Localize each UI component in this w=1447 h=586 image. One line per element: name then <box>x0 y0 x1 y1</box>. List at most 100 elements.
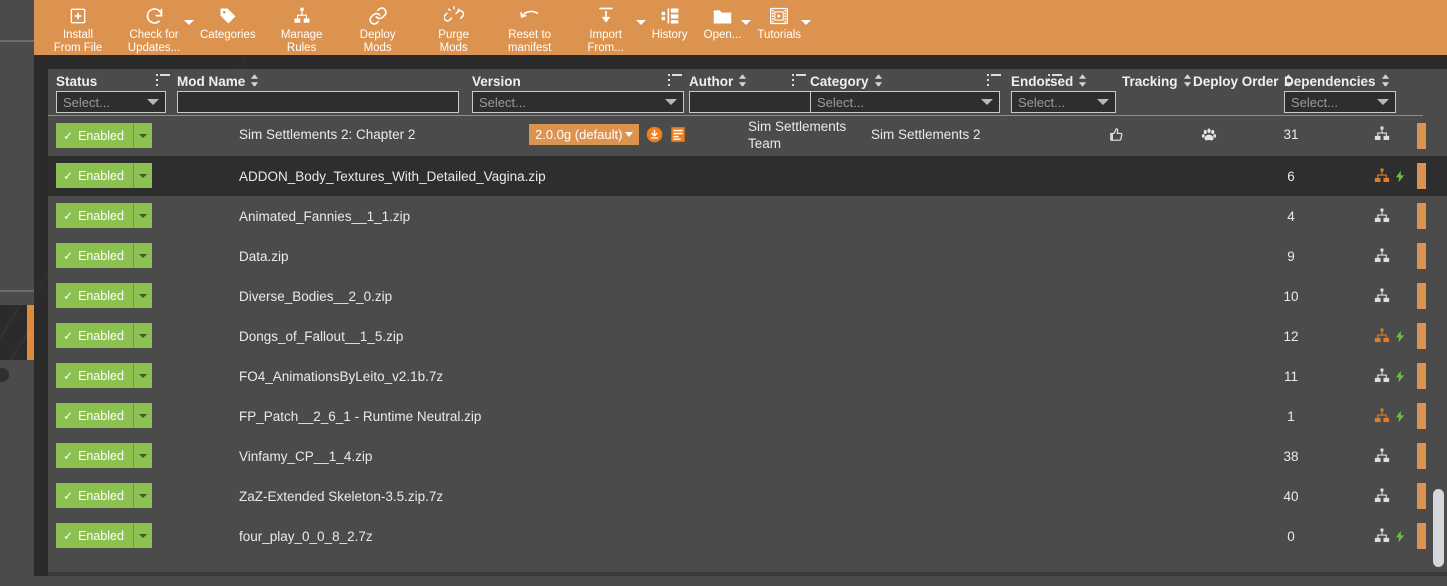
column-header-category[interactable]: Category <box>810 73 883 90</box>
chevron-down-icon[interactable] <box>665 99 677 105</box>
column-header-author[interactable]: Author <box>689 73 747 90</box>
changelog-icon[interactable] <box>669 126 687 144</box>
mod-name-cell[interactable]: FP_Patch__2_6_1 - Runtime Neutral.zip <box>239 409 481 424</box>
toolbar-manage-rules-button[interactable]: Manage Rules <box>264 0 340 55</box>
toolbar-deploy-mods-button[interactable]: Deploy Mods <box>340 0 416 55</box>
lightning-icon[interactable] <box>1393 408 1407 430</box>
filter-select-endorsed[interactable]: Select... <box>1011 91 1116 113</box>
chevron-down-icon[interactable] <box>981 99 993 105</box>
dependencies-cell[interactable] <box>1373 447 1391 470</box>
table-row[interactable]: ✓ Enabled Data.zip 9 <box>48 236 1447 276</box>
column-header-mod_name[interactable]: Mod Name <box>177 73 259 90</box>
table-row[interactable]: ✓ Enabled Dongs_of_Fallout__1_5.zip 12 <box>48 316 1447 356</box>
filter-input-author[interactable] <box>689 91 821 113</box>
toolbar-check-for-updates-button[interactable]: Check for Updates... <box>116 0 194 55</box>
column-title[interactable]: Mod Name <box>177 73 259 90</box>
enabled-toggle-button[interactable]: ✓ Enabled <box>56 243 133 268</box>
chevron-down-icon[interactable] <box>1377 99 1389 105</box>
sitemap-white-icon[interactable] <box>1373 487 1391 510</box>
chevron-down-icon[interactable] <box>147 99 159 105</box>
enabled-toggle-button[interactable]: ✓ Enabled <box>56 323 133 348</box>
cloud-download-icon[interactable] <box>645 126 663 144</box>
sort-toggle-icon[interactable] <box>1381 73 1390 90</box>
mod-name-cell[interactable]: Sim Settlements 2: Chapter 2 <box>239 127 415 142</box>
enabled-toggle-button[interactable]: ✓ Enabled <box>56 203 133 228</box>
toolbar-categories-button[interactable]: Categories <box>192 0 264 42</box>
sitemap-white-icon[interactable] <box>1373 287 1391 310</box>
vertical-scrollbar-thumb[interactable] <box>1433 489 1444 568</box>
status-dropdown-button[interactable] <box>132 523 152 548</box>
dependencies-cell[interactable] <box>1373 207 1391 230</box>
status-dropdown-button[interactable] <box>132 363 152 388</box>
table-row[interactable]: ✓ Enabled four_play_0_0_8_2.7z 0 <box>48 516 1447 556</box>
column-menu-icon-version[interactable] <box>792 74 806 87</box>
mod-name-cell[interactable]: Animated_Fannies__1_1.zip <box>239 209 410 224</box>
column-title[interactable]: Deploy Order <box>1193 73 1293 90</box>
mod-table-body[interactable]: ✓ Enabled Sim Settlements 2: Chapter 2 2.0.… <box>48 116 1447 572</box>
column-title[interactable]: Status <box>56 73 97 90</box>
sort-toggle-icon[interactable] <box>1183 73 1192 90</box>
table-row[interactable]: ✓ Enabled ZaZ-Extended Skeleton-3.5.zip.7z… <box>48 476 1447 516</box>
column-title[interactable]: Version <box>472 73 521 90</box>
status-dropdown-button[interactable] <box>132 323 152 348</box>
dependencies-cell[interactable] <box>1373 327 1407 350</box>
sitemap-white-icon[interactable] <box>1373 447 1391 470</box>
column-menu-icon-author[interactable] <box>987 74 1001 87</box>
column-title[interactable]: Dependencies <box>1284 73 1390 90</box>
sitemap-white-icon[interactable] <box>1373 247 1391 270</box>
sitemap-white-icon[interactable] <box>1373 125 1391 148</box>
status-dropdown-button[interactable] <box>132 443 152 468</box>
lightning-icon[interactable] <box>1393 528 1407 550</box>
toolbar-tutorials-button[interactable]: Tutorials <box>749 0 812 42</box>
endorsed-cell[interactable] <box>1108 126 1125 148</box>
sitemap-orange-icon[interactable] <box>1373 327 1391 350</box>
table-row[interactable]: ✓ Enabled Sim Settlements 2: Chapter 2 2.0.… <box>48 116 1447 156</box>
column-header-version[interactable]: Version <box>472 73 521 90</box>
table-row[interactable]: ✓ Enabled Vinfamy_CP__1_4.zip 38 <box>48 436 1447 476</box>
mod-name-cell[interactable]: ZaZ-Extended Skeleton-3.5.zip.7z <box>239 489 443 504</box>
enabled-toggle-button[interactable]: ✓ Enabled <box>56 483 133 508</box>
table-row[interactable]: ✓ Enabled FP_Patch__2_6_1 - Runtime Neutra… <box>48 396 1447 436</box>
sitemap-orange-icon[interactable] <box>1373 407 1391 430</box>
sort-toggle-icon[interactable] <box>874 73 883 90</box>
toolbar-import-from-button[interactable]: Import From... <box>568 0 646 55</box>
toolbar-reset-to-manifest-button[interactable]: Reset to manifest <box>492 0 568 55</box>
dependencies-cell[interactable] <box>1373 527 1407 550</box>
column-title[interactable]: Author <box>689 73 747 90</box>
filter-select-category[interactable]: Select... <box>810 91 1000 113</box>
dependencies-cell[interactable] <box>1373 407 1407 430</box>
enabled-toggle-button[interactable]: ✓ Enabled <box>56 163 133 188</box>
version-button[interactable]: 2.0.0g (default) <box>529 124 640 145</box>
lightning-icon[interactable] <box>1393 168 1407 190</box>
lightning-icon[interactable] <box>1393 368 1407 390</box>
toolbar-open-button[interactable]: Open... <box>696 0 752 42</box>
status-dropdown-button[interactable] <box>132 243 152 268</box>
toolbar-history-button[interactable]: History <box>644 0 696 42</box>
enabled-toggle-button[interactable]: ✓ Enabled <box>56 403 133 428</box>
table-row[interactable]: ✓ Enabled ADDON_Body_Textures_With_Detaile… <box>48 156 1447 196</box>
filter-select-dependencies[interactable]: Select... <box>1284 91 1396 113</box>
status-dropdown-button[interactable] <box>132 403 152 428</box>
filter-select-status[interactable]: Select... <box>56 91 166 113</box>
enabled-toggle-button[interactable]: ✓ Enabled <box>56 123 133 148</box>
status-dropdown-button[interactable] <box>132 163 152 188</box>
enabled-toggle-button[interactable]: ✓ Enabled <box>56 443 133 468</box>
enabled-toggle-button[interactable]: ✓ Enabled <box>56 363 133 388</box>
sitemap-orange-icon[interactable] <box>1373 167 1391 190</box>
sort-toggle-icon[interactable] <box>250 73 259 90</box>
column-menu-icon-mod_name[interactable] <box>668 74 682 87</box>
tracking-cell[interactable] <box>1200 126 1218 149</box>
table-row[interactable]: ✓ Enabled Animated_Fannies__1_1.zip 4 <box>48 196 1447 236</box>
status-dropdown-button[interactable] <box>132 283 152 308</box>
mod-name-cell[interactable]: four_play_0_0_8_2.7z <box>239 529 373 544</box>
column-title[interactable]: Tracking <box>1122 73 1192 90</box>
filter-input-mod_name[interactable] <box>177 91 459 113</box>
mod-name-cell[interactable]: ADDON_Body_Textures_With_Detailed_Vagina… <box>239 169 546 184</box>
lightning-icon[interactable] <box>1393 328 1407 350</box>
column-header-endorsed[interactable]: Endorsed <box>1011 73 1087 90</box>
column-menu-icon-status[interactable] <box>156 74 170 87</box>
mod-name-cell[interactable]: Vinfamy_CP__1_4.zip <box>239 449 372 464</box>
mod-name-cell[interactable]: Data.zip <box>239 249 289 264</box>
status-dropdown-button[interactable] <box>132 483 152 508</box>
thumbs-up-icon[interactable] <box>1108 128 1125 147</box>
